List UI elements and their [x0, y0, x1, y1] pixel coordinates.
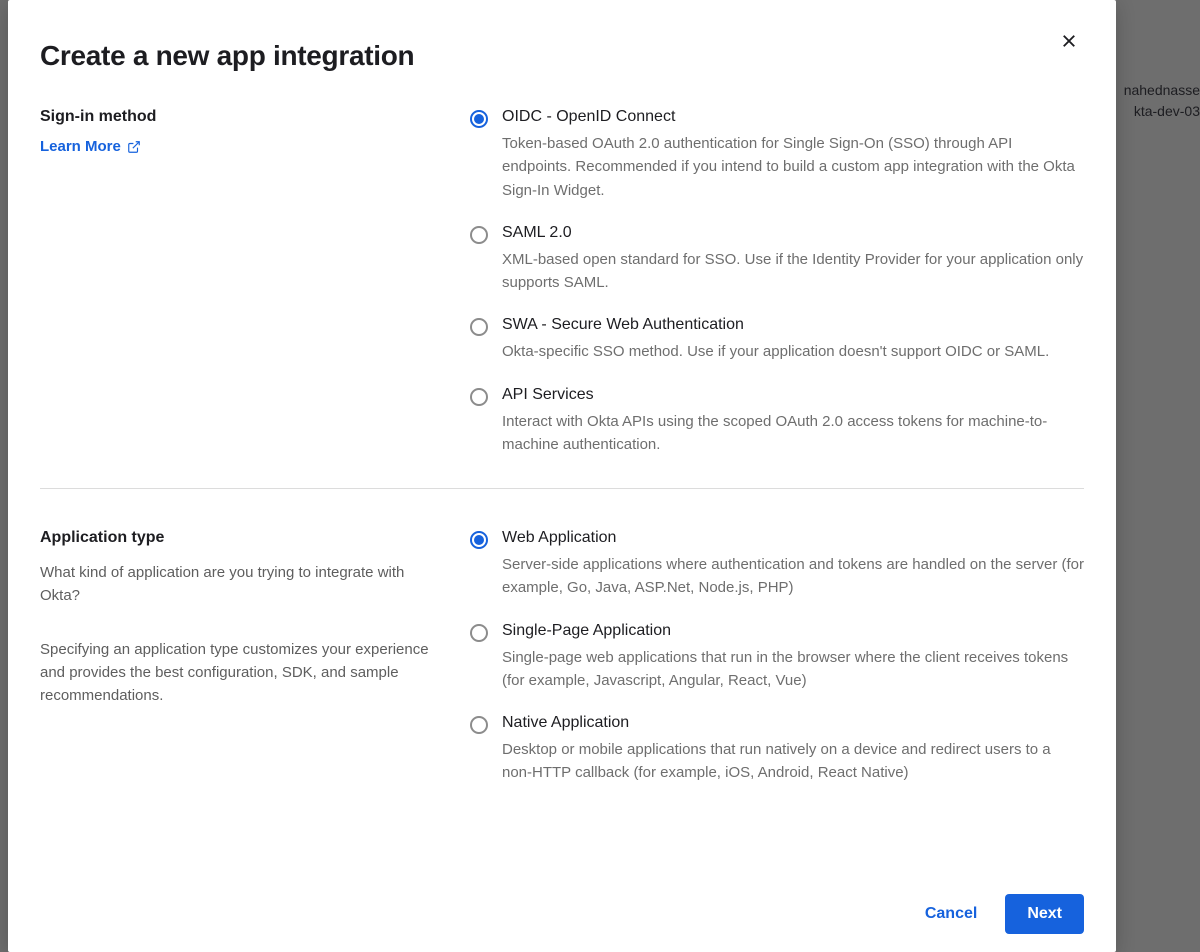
radio-desc-web-app: Server-side applications where authentic… — [502, 553, 1084, 600]
radio-text-spa: Single-Page Application Single-page web … — [502, 622, 1084, 693]
radio-text-saml: SAML 2.0 XML-based open standard for SSO… — [502, 224, 1084, 295]
external-link-icon — [127, 140, 141, 154]
radio-item-spa[interactable]: Single-Page Application Single-page web … — [470, 622, 1084, 693]
radio-desc-spa: Single-page web applications that run in… — [502, 646, 1084, 693]
radio-oidc[interactable] — [470, 110, 488, 128]
sign-in-method-left: Sign-in method Learn More — [40, 108, 470, 456]
close-button[interactable] — [1054, 30, 1084, 56]
application-type-options: Web Application Server-side applications… — [470, 529, 1084, 785]
application-type-label: Application type — [40, 529, 470, 547]
radio-api-services[interactable] — [470, 388, 488, 406]
application-type-section: Application type What kind of applicatio… — [8, 529, 1116, 817]
radio-item-api-services[interactable]: API Services Interact with Okta APIs usi… — [470, 386, 1084, 457]
radio-text-swa: SWA - Secure Web Authentication Okta-spe… — [502, 316, 1084, 363]
radio-text-api-services: API Services Interact with Okta APIs usi… — [502, 386, 1084, 457]
modal-header: Create a new app integration — [8, 40, 1116, 108]
radio-title-saml: SAML 2.0 — [502, 224, 1084, 242]
modal-title: Create a new app integration — [40, 40, 414, 72]
radio-saml[interactable] — [470, 226, 488, 244]
background-text: nahednasse kta-dev-03 — [1124, 80, 1200, 122]
application-type-desc1: What kind of application are you trying … — [40, 561, 440, 608]
learn-more-text: Learn More — [40, 138, 121, 155]
radio-desc-swa: Okta-specific SSO method. Use if your ap… — [502, 340, 1084, 363]
radio-item-swa[interactable]: SWA - Secure Web Authentication Okta-spe… — [470, 316, 1084, 363]
application-type-desc2: Specifying an application type customize… — [40, 638, 440, 708]
create-app-integration-modal: Create a new app integration Sign-in met… — [8, 0, 1116, 952]
radio-native-app[interactable] — [470, 716, 488, 734]
application-type-left: Application type What kind of applicatio… — [40, 529, 470, 785]
radio-title-swa: SWA - Secure Web Authentication — [502, 316, 1084, 334]
sign-in-method-section: Sign-in method Learn More OIDC - OpenID … — [8, 108, 1116, 488]
radio-item-oidc[interactable]: OIDC - OpenID Connect Token-based OAuth … — [470, 108, 1084, 202]
radio-title-oidc: OIDC - OpenID Connect — [502, 108, 1084, 126]
radio-item-native-app[interactable]: Native Application Desktop or mobile app… — [470, 714, 1084, 785]
learn-more-link[interactable]: Learn More — [40, 138, 141, 155]
radio-swa[interactable] — [470, 318, 488, 336]
section-divider — [40, 488, 1084, 489]
bg-user-text: nahednasse — [1124, 82, 1200, 98]
modal-footer: Cancel Next — [8, 876, 1116, 952]
radio-spa[interactable] — [470, 624, 488, 642]
radio-title-spa: Single-Page Application — [502, 622, 1084, 640]
radio-web-app[interactable] — [470, 531, 488, 549]
radio-desc-native-app: Desktop or mobile applications that run … — [502, 738, 1084, 785]
radio-item-saml[interactable]: SAML 2.0 XML-based open standard for SSO… — [470, 224, 1084, 295]
radio-desc-api-services: Interact with Okta APIs using the scoped… — [502, 410, 1084, 457]
radio-desc-saml: XML-based open standard for SSO. Use if … — [502, 248, 1084, 295]
radio-text-oidc: OIDC - OpenID Connect Token-based OAuth … — [502, 108, 1084, 202]
bg-org-text: kta-dev-03 — [1134, 103, 1200, 119]
sign-in-method-label: Sign-in method — [40, 108, 470, 126]
radio-title-api-services: API Services — [502, 386, 1084, 404]
radio-text-native-app: Native Application Desktop or mobile app… — [502, 714, 1084, 785]
radio-title-web-app: Web Application — [502, 529, 1084, 547]
close-icon — [1060, 32, 1078, 50]
next-button[interactable]: Next — [1005, 894, 1084, 934]
radio-title-native-app: Native Application — [502, 714, 1084, 732]
radio-item-web-app[interactable]: Web Application Server-side applications… — [470, 529, 1084, 600]
sign-in-method-options: OIDC - OpenID Connect Token-based OAuth … — [470, 108, 1084, 456]
radio-desc-oidc: Token-based OAuth 2.0 authentication for… — [502, 132, 1084, 202]
radio-text-web-app: Web Application Server-side applications… — [502, 529, 1084, 600]
cancel-button[interactable]: Cancel — [917, 895, 985, 933]
